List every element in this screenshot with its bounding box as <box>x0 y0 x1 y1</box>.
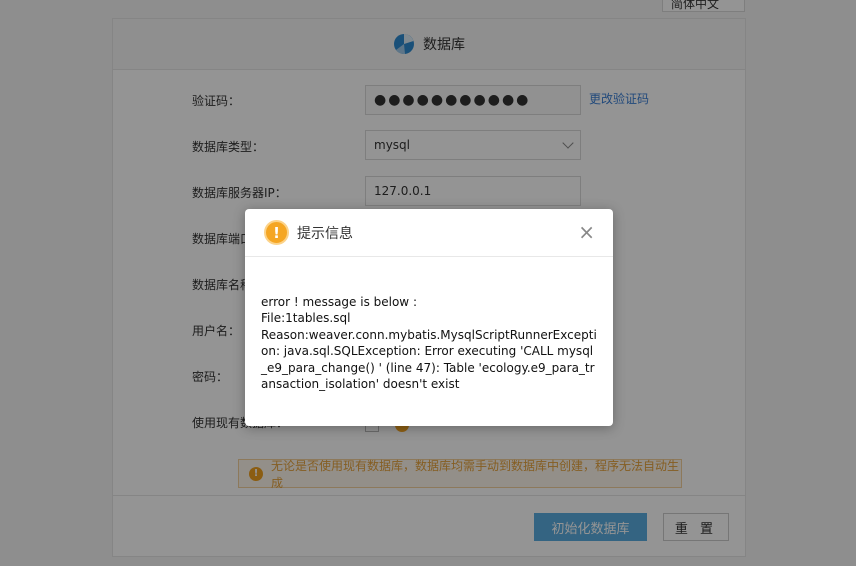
message-line: error ! message is below : <box>261 295 417 309</box>
dialog-message: error ! message is below : File:1tables.… <box>245 257 613 392</box>
message-line: Reason:weaver.conn.mybatis.MysqlScriptRu… <box>261 327 597 392</box>
close-icon[interactable]: × <box>578 222 595 242</box>
message-dialog: ! 提示信息 × error ! message is below : File… <box>245 209 613 426</box>
warning-icon: ! <box>264 220 289 245</box>
dialog-header: ! 提示信息 × <box>245 209 613 257</box>
dialog-title: 提示信息 <box>297 225 353 242</box>
message-line: File:1tables.sql <box>261 311 351 326</box>
